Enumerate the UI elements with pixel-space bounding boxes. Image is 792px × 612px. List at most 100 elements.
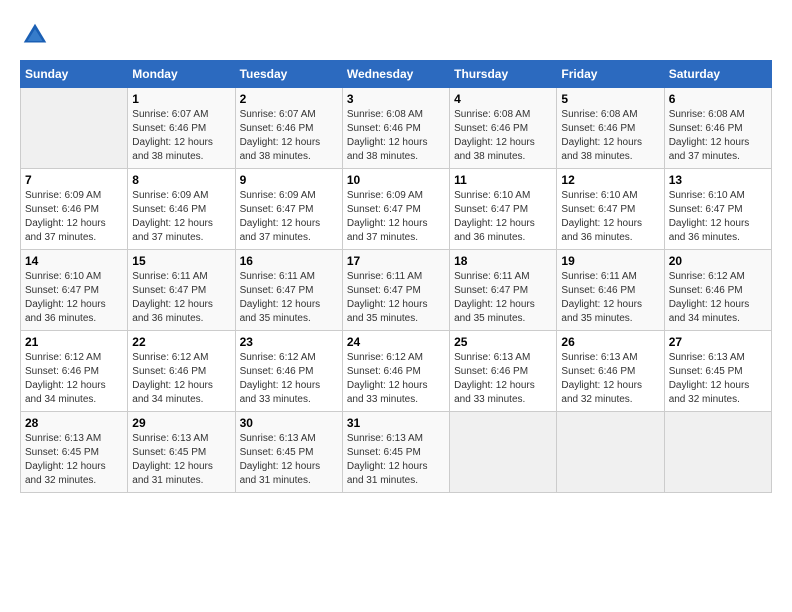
day-number: 1 <box>132 92 230 106</box>
day-number: 4 <box>454 92 552 106</box>
cell-content: Sunrise: 6:11 AM Sunset: 6:47 PM Dayligh… <box>240 270 338 326</box>
cell-content: Sunrise: 6:12 AM Sunset: 6:46 PM Dayligh… <box>347 351 445 407</box>
calendar-cell: 1 Sunrise: 6:07 AM Sunset: 6:46 PM Daylig… <box>128 88 235 169</box>
cell-content: Sunrise: 6:12 AM Sunset: 6:46 PM Dayligh… <box>132 351 230 407</box>
calendar-week-row: 7 Sunrise: 6:09 AM Sunset: 6:46 PM Daylig… <box>21 169 772 250</box>
day-number: 21 <box>25 335 123 349</box>
day-number: 10 <box>347 173 445 187</box>
calendar-cell: 23Sunrise: 6:12 AM Sunset: 6:46 PM Dayli… <box>235 331 342 412</box>
cell-content: Sunrise: 6:09 AM Sunset: 6:47 PM Dayligh… <box>347 189 445 245</box>
day-number: 15 <box>132 254 230 268</box>
calendar-cell: 3Sunrise: 6:08 AM Sunset: 6:46 PM Daylig… <box>342 88 449 169</box>
calendar-cell: 2 Sunrise: 6:07 AM Sunset: 6:46 PM Daylig… <box>235 88 342 169</box>
calendar-body: 1 Sunrise: 6:07 AM Sunset: 6:46 PM Daylig… <box>21 88 772 493</box>
cell-content: Sunrise: 6:10 AM Sunset: 6:47 PM Dayligh… <box>25 270 123 326</box>
day-number: 24 <box>347 335 445 349</box>
calendar-cell: 30 Sunrise: 6:13 AM Sunset: 6:45 PM Dayli… <box>235 412 342 493</box>
calendar-cell: 17 Sunrise: 6:11 AM Sunset: 6:47 PM Dayli… <box>342 250 449 331</box>
cell-content: Sunrise: 6:09 AM Sunset: 6:46 PM Dayligh… <box>132 189 230 245</box>
col-saturday: Saturday <box>664 61 771 88</box>
calendar-cell <box>21 88 128 169</box>
day-number: 12 <box>561 173 659 187</box>
day-number: 5 <box>561 92 659 106</box>
cell-content: Sunrise: 6:13 AM Sunset: 6:46 PM Dayligh… <box>454 351 552 407</box>
calendar-week-row: 21 Sunrise: 6:12 AM Sunset: 6:46 PM Dayli… <box>21 331 772 412</box>
calendar-cell: 31 Sunrise: 6:13 AM Sunset: 6:45 PM Dayli… <box>342 412 449 493</box>
cell-content: Sunrise: 6:11 AM Sunset: 6:47 PM Dayligh… <box>132 270 230 326</box>
day-number: 14 <box>25 254 123 268</box>
cell-content: Sunrise: 6:11 AM Sunset: 6:47 PM Dayligh… <box>347 270 445 326</box>
calendar-cell: 21 Sunrise: 6:12 AM Sunset: 6:46 PM Dayli… <box>21 331 128 412</box>
calendar-cell: 16 Sunrise: 6:11 AM Sunset: 6:47 PM Dayli… <box>235 250 342 331</box>
col-monday: Monday <box>128 61 235 88</box>
cell-content: Sunrise: 6:12 AM Sunset: 6:46 PM Dayligh… <box>669 270 767 326</box>
cell-content: Sunrise: 6:13 AM Sunset: 6:45 PM Dayligh… <box>240 432 338 488</box>
calendar-cell: 12 Sunrise: 6:10 AM Sunset: 6:47 PM Dayli… <box>557 169 664 250</box>
day-number: 7 <box>25 173 123 187</box>
cell-content: Sunrise: 6:13 AM Sunset: 6:45 PM Dayligh… <box>669 351 767 407</box>
day-number: 27 <box>669 335 767 349</box>
day-number: 19 <box>561 254 659 268</box>
calendar-cell: 24 Sunrise: 6:12 AM Sunset: 6:46 PM Dayli… <box>342 331 449 412</box>
cell-content: Sunrise: 6:07 AM Sunset: 6:46 PM Dayligh… <box>240 108 338 164</box>
day-number: 31 <box>347 416 445 430</box>
calendar-cell <box>664 412 771 493</box>
calendar-cell: 29Sunrise: 6:13 AM Sunset: 6:45 PM Dayli… <box>128 412 235 493</box>
col-wednesday: Wednesday <box>342 61 449 88</box>
calendar-cell: 5 Sunrise: 6:08 AM Sunset: 6:46 PM Daylig… <box>557 88 664 169</box>
day-number: 9 <box>240 173 338 187</box>
calendar-cell: 4 Sunrise: 6:08 AM Sunset: 6:46 PM Daylig… <box>450 88 557 169</box>
day-number: 28 <box>25 416 123 430</box>
cell-content: Sunrise: 6:13 AM Sunset: 6:45 PM Dayligh… <box>132 432 230 488</box>
calendar-week-row: 28 Sunrise: 6:13 AM Sunset: 6:45 PM Dayli… <box>21 412 772 493</box>
calendar-table: Sunday Monday Tuesday Wednesday Thursday… <box>20 60 772 493</box>
calendar-cell: 26 Sunrise: 6:13 AM Sunset: 6:46 PM Dayli… <box>557 331 664 412</box>
col-sunday: Sunday <box>21 61 128 88</box>
day-number: 18 <box>454 254 552 268</box>
cell-content: Sunrise: 6:09 AM Sunset: 6:47 PM Dayligh… <box>240 189 338 245</box>
cell-content: Sunrise: 6:11 AM Sunset: 6:46 PM Dayligh… <box>561 270 659 326</box>
cell-content: Sunrise: 6:10 AM Sunset: 6:47 PM Dayligh… <box>561 189 659 245</box>
cell-content: Sunrise: 6:07 AM Sunset: 6:46 PM Dayligh… <box>132 108 230 164</box>
calendar-cell: 14 Sunrise: 6:10 AM Sunset: 6:47 PM Dayli… <box>21 250 128 331</box>
calendar-cell: 9 Sunrise: 6:09 AM Sunset: 6:47 PM Daylig… <box>235 169 342 250</box>
day-number: 23 <box>240 335 338 349</box>
day-number: 17 <box>347 254 445 268</box>
calendar-cell <box>450 412 557 493</box>
day-number: 6 <box>669 92 767 106</box>
calendar-week-row: 1 Sunrise: 6:07 AM Sunset: 6:46 PM Daylig… <box>21 88 772 169</box>
cell-content: Sunrise: 6:13 AM Sunset: 6:46 PM Dayligh… <box>561 351 659 407</box>
day-number: 11 <box>454 173 552 187</box>
day-number: 8 <box>132 173 230 187</box>
col-tuesday: Tuesday <box>235 61 342 88</box>
logo-icon <box>20 20 50 50</box>
col-friday: Friday <box>557 61 664 88</box>
calendar-cell: 18 Sunrise: 6:11 AM Sunset: 6:47 PM Dayli… <box>450 250 557 331</box>
day-number: 26 <box>561 335 659 349</box>
calendar-cell: 11 Sunrise: 6:10 AM Sunset: 6:47 PM Dayli… <box>450 169 557 250</box>
cell-content: Sunrise: 6:13 AM Sunset: 6:45 PM Dayligh… <box>347 432 445 488</box>
cell-content: Sunrise: 6:08 AM Sunset: 6:46 PM Dayligh… <box>561 108 659 164</box>
calendar-cell: 6Sunrise: 6:08 AM Sunset: 6:46 PM Daylig… <box>664 88 771 169</box>
calendar-cell: 25 Sunrise: 6:13 AM Sunset: 6:46 PM Dayli… <box>450 331 557 412</box>
cell-content: Sunrise: 6:08 AM Sunset: 6:46 PM Dayligh… <box>454 108 552 164</box>
day-number: 3 <box>347 92 445 106</box>
calendar-week-row: 14 Sunrise: 6:10 AM Sunset: 6:47 PM Dayli… <box>21 250 772 331</box>
cell-content: Sunrise: 6:10 AM Sunset: 6:47 PM Dayligh… <box>454 189 552 245</box>
day-number: 30 <box>240 416 338 430</box>
cell-content: Sunrise: 6:11 AM Sunset: 6:47 PM Dayligh… <box>454 270 552 326</box>
calendar-cell: 20Sunrise: 6:12 AM Sunset: 6:46 PM Dayli… <box>664 250 771 331</box>
col-thursday: Thursday <box>450 61 557 88</box>
calendar-header: Sunday Monday Tuesday Wednesday Thursday… <box>21 61 772 88</box>
day-number: 25 <box>454 335 552 349</box>
cell-content: Sunrise: 6:12 AM Sunset: 6:46 PM Dayligh… <box>25 351 123 407</box>
calendar-cell: 19 Sunrise: 6:11 AM Sunset: 6:46 PM Dayli… <box>557 250 664 331</box>
page-header <box>20 20 772 50</box>
calendar-cell: 13Sunrise: 6:10 AM Sunset: 6:47 PM Dayli… <box>664 169 771 250</box>
calendar-cell: 27 Sunrise: 6:13 AM Sunset: 6:45 PM Dayli… <box>664 331 771 412</box>
calendar-cell: 22Sunrise: 6:12 AM Sunset: 6:46 PM Dayli… <box>128 331 235 412</box>
day-number: 16 <box>240 254 338 268</box>
calendar-cell: 8 Sunrise: 6:09 AM Sunset: 6:46 PM Daylig… <box>128 169 235 250</box>
day-number: 2 <box>240 92 338 106</box>
calendar-cell: 7Sunrise: 6:09 AM Sunset: 6:46 PM Daylig… <box>21 169 128 250</box>
